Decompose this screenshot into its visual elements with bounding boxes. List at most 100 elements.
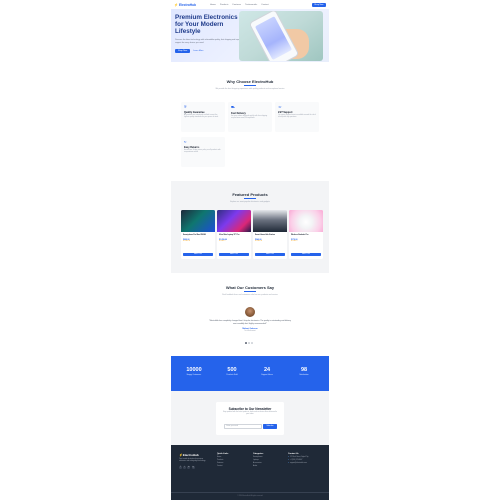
features-title: Why Choose ElectroHub [226, 79, 274, 84]
product-card[interactable]: Smartphone Pro Max 256GB $999.00 ★★★★★ A… [181, 210, 215, 259]
products-title: Featured Products [232, 192, 268, 197]
feature-card-delivery: ⛟ Fast Delivery Get your orders delivere… [228, 102, 272, 132]
add-to-cart-button[interactable]: Add to Cart [291, 253, 321, 256]
feature-title: Easy Returns [184, 145, 200, 149]
page: ⚡ElectroHub Home Products Features Testi… [171, 0, 329, 500]
nav-link-contact[interactable]: Contact [261, 4, 269, 6]
bolt-icon: ⚡ [174, 2, 178, 7]
footer-link[interactable]: Home [217, 457, 228, 458]
footer-link[interactable]: Contact [217, 466, 228, 467]
location-icon: ● [288, 457, 289, 458]
headset-icon: ☏ [278, 105, 282, 109]
product-image [217, 210, 251, 232]
carousel-dots [245, 342, 253, 344]
contact-email-text[interactable]: support@electrohub.com [290, 463, 307, 464]
product-rating: ★★★★☆ [291, 241, 299, 242]
add-to-cart-button[interactable]: Add to Cart [183, 253, 213, 256]
hero-section: Premium Electronics for Your Modern Life… [171, 9, 329, 62]
carousel-dot[interactable] [248, 342, 250, 344]
phone-icon: ● [288, 460, 289, 461]
product-card[interactable]: Wireless Earbuds Pro $179.00 ★★★★☆ Add t… [289, 210, 323, 259]
feature-desc: Our expert support team is available aro… [278, 114, 316, 118]
contact-phone: ●+1 (555) 123-4567 [288, 460, 308, 461]
testimonial-name: Michael Johnson [242, 328, 258, 330]
footer-categories: Categories Smartphones Laptops Accessori… [253, 453, 263, 467]
add-to-cart-button[interactable]: Add to Cart [219, 253, 249, 256]
feature-desc: Hassle-free 30-day return policy on all … [184, 149, 221, 153]
contact-address-text: 123 Tech Street, Digital City [289, 457, 309, 458]
shield-icon: ⛨ [184, 105, 187, 109]
footer-link[interactable]: Smartphones [253, 457, 263, 458]
footer: ⚡ElectroHub Your trusted destination for… [171, 445, 329, 500]
product-name: Ultra Slim Laptop 15" Pro [219, 234, 240, 236]
facebook-icon[interactable]: f [179, 466, 182, 470]
product-name: Wireless Earbuds Pro [291, 234, 309, 236]
top-nav: ⚡ElectroHub Home Products Features Testi… [171, 0, 329, 9]
testimonial-role: Tech Enthusiast [244, 331, 256, 332]
stat-value: 10000 [186, 367, 202, 373]
footer-quick-links: Quick Links Home Products Features Conta… [217, 453, 228, 467]
footer-col-heading: Categories [253, 453, 264, 455]
nav-link-products[interactable]: Products [220, 4, 229, 6]
hero-image [239, 11, 323, 61]
stat-value: 24 [263, 367, 271, 373]
stat-label: Satisfaction [299, 374, 309, 376]
contact-email: ● support@electrohub.com [288, 463, 308, 464]
feature-card-support: ☏ 24/7 Support Our expert support team i… [275, 102, 319, 132]
testimonials-title: What Our Customers Say [225, 285, 275, 290]
instagram-icon[interactable]: ig [191, 466, 195, 470]
product-rating: ★★★★★ [255, 241, 263, 242]
footer-link[interactable]: Products [217, 460, 228, 461]
add-to-cart-button[interactable]: Add to Cart [255, 253, 285, 256]
hero-learn-more-button[interactable]: Learn More [192, 49, 204, 53]
brand-logo[interactable]: ⚡ElectroHub [174, 3, 196, 7]
footer-col-heading: Contact Us [288, 453, 299, 455]
footer-brand-col: ⚡ElectroHub Your trusted destination for… [179, 453, 209, 470]
product-rating: ★★★★★ [183, 241, 191, 242]
carousel-dot[interactable] [245, 342, 247, 344]
footer-link[interactable]: Audio [253, 466, 263, 467]
feature-desc: All products are tested and certified to… [184, 114, 219, 118]
contact-address: ● 123 Tech Street, Digital City [288, 457, 308, 458]
hero-buttons: Shop Now Learn More [175, 49, 204, 54]
products-section: Featured Products Explore our most popul… [171, 181, 329, 273]
product-name: Smartphone Pro Max 256GB [183, 234, 206, 236]
footer-col-heading: Quick Links [217, 453, 229, 455]
footer-link[interactable]: Laptops [253, 460, 263, 461]
footer-link[interactable]: Accessories [253, 463, 263, 464]
copyright: © 2024 ElectroHub. All rights reserved. [171, 492, 329, 497]
stats-section: 10000 Happy Customers 500 Products Sold … [171, 356, 329, 391]
stat-value: 98 [300, 367, 308, 373]
features-subtitle: We provide the best shopping experience … [215, 87, 285, 90]
product-card[interactable]: Ultra Slim Laptop 15" Pro $1,299.00 ★★★★… [217, 210, 251, 259]
carousel-dot[interactable] [251, 342, 253, 344]
feature-title: Quality Guarantee [184, 110, 205, 114]
linkedin-icon[interactable]: in [187, 466, 191, 470]
stat-satisfaction: 98 Satisfaction [286, 367, 322, 376]
product-image [253, 210, 287, 232]
brand-name: ElectroHub [178, 2, 196, 7]
product-image [289, 210, 323, 232]
nav-link-testimonials[interactable]: Testimonials [245, 4, 257, 6]
footer-link[interactable]: Features [217, 463, 228, 464]
products-subtitle: Explore our most popular electronics and… [230, 200, 270, 203]
stat-customers: 10000 Happy Customers [176, 367, 212, 376]
hero-title: Premium Electronics for Your Modern Life… [175, 14, 238, 36]
feature-card-returns: ↻ Easy Returns Hassle-free 30-day return… [181, 137, 225, 167]
hero-shop-button[interactable]: Shop Now [175, 49, 191, 54]
subscribe-button[interactable]: Subscribe [263, 424, 277, 429]
nav-shop-button[interactable]: Shop Now [311, 2, 326, 7]
twitter-icon[interactable]: t [183, 466, 187, 470]
product-image [181, 210, 215, 232]
social-links: f t in ig [179, 466, 209, 470]
refresh-icon: ↻ [184, 140, 187, 144]
nav-link-features[interactable]: Features [232, 4, 241, 6]
newsletter-email-input[interactable]: Enter your email [224, 424, 262, 429]
nav-link-home[interactable]: Home [210, 4, 216, 6]
footer-contact: Contact Us ● 123 Tech Street, Digital Cit… [288, 453, 308, 464]
email-icon: ● [288, 463, 289, 464]
nav-links: Home Products Features Testimonials Cont… [210, 4, 269, 6]
product-card[interactable]: Smart Home Hub Station $249.00 ★★★★★ Add… [253, 210, 287, 259]
feature-card-quality: ⛨ Quality Guarantee All products are tes… [181, 102, 225, 132]
footer-brand-name: ElectroHub [182, 453, 199, 457]
